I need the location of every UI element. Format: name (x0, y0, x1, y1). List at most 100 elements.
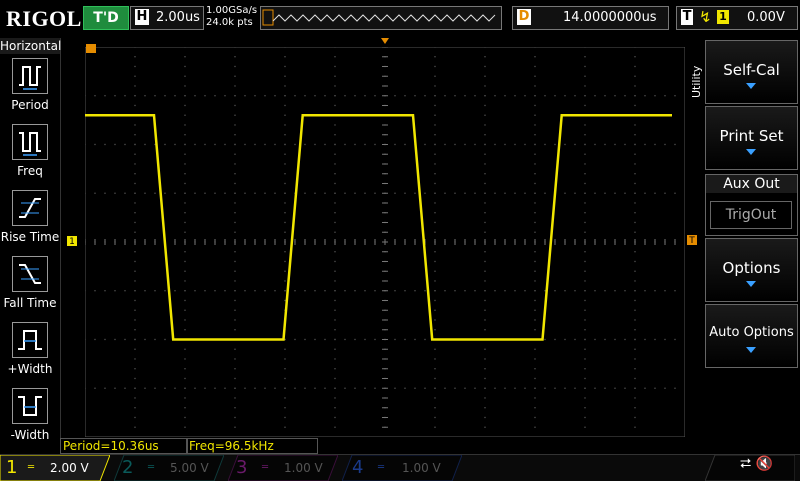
grid-dot (184, 114, 186, 116)
grid-dot (534, 104, 536, 107)
grid-dot (104, 95, 106, 97)
grid-dot (434, 163, 436, 165)
grid-dot (584, 358, 586, 360)
grid-dot (434, 260, 436, 263)
grid-dot (584, 329, 586, 331)
grid-dot (194, 143, 196, 146)
timebase-box[interactable]: H 2.00us (130, 6, 204, 30)
grid-dot (284, 348, 286, 350)
aux-out-softkey[interactable]: Aux Out TrigOut (705, 174, 798, 236)
grid-dot (134, 358, 136, 360)
channel2-tab[interactable]: 2 ═ 5.00 V (114, 455, 224, 481)
acquisition-info: 1.00GSa/s 24.0k pts (206, 5, 257, 29)
measure-period-button[interactable]: Period (0, 58, 60, 120)
delay-box[interactable]: D 14.0000000us (512, 6, 669, 30)
grid-dot (234, 134, 236, 136)
grid-dot (294, 95, 296, 97)
grid-dot (584, 407, 586, 409)
grid-dot (324, 290, 326, 292)
grid-dot (154, 338, 156, 341)
period-icon (12, 58, 48, 94)
grid-dot (174, 95, 176, 97)
grid-dot (234, 426, 236, 428)
grid-dot (654, 143, 656, 146)
grid-dot (634, 348, 636, 350)
grid-dot (484, 134, 486, 136)
grid-dot (674, 290, 676, 292)
grid-dot (284, 85, 286, 87)
measure-rise-time-button[interactable]: Rise Time (0, 190, 60, 252)
grid-dot (574, 338, 576, 341)
grid-dot (584, 368, 586, 370)
grid-dot (584, 426, 586, 428)
grid-dot (434, 251, 436, 253)
grid-dot (404, 338, 406, 341)
trigger-box[interactable]: T ↯ 1 0.00V (676, 6, 798, 30)
grid-dot (404, 143, 406, 146)
grid-dot (454, 143, 456, 146)
grid-dot (134, 280, 136, 282)
grid-dot (184, 124, 186, 126)
grid-dot (484, 426, 486, 428)
grid-dot (334, 134, 336, 136)
grid-dot (244, 290, 246, 292)
grid-dot (484, 387, 486, 389)
grid-dot (134, 348, 136, 350)
grid-dot (504, 95, 506, 97)
measure-fall-time-button[interactable]: Fall Time (0, 256, 60, 318)
auto-options-softkey[interactable]: Auto Options (705, 304, 798, 368)
grid-dot (324, 387, 326, 389)
channel3-scale: 1.00 V (284, 461, 323, 475)
measure-positive-width-label: +Width (7, 362, 53, 376)
channel2-number: 2 (122, 457, 134, 478)
grid-dot (584, 212, 586, 214)
print-set-softkey[interactable]: Print Set (705, 106, 798, 170)
grid-dot (434, 348, 436, 350)
grid-dot (454, 290, 456, 292)
chevron-down-icon (746, 149, 756, 155)
grid-dot (444, 387, 446, 389)
grid-dot (484, 260, 486, 263)
grid-dot (514, 192, 516, 194)
measure-negative-width-button[interactable]: -Width (0, 388, 60, 450)
grid-dot (584, 153, 586, 155)
grid-dot (104, 290, 106, 292)
grid-dot (334, 358, 336, 360)
grid-dot (184, 260, 186, 263)
grid-dot (234, 358, 236, 360)
chevron-down-icon (746, 83, 756, 89)
grid-dot (334, 124, 336, 126)
grid-dot (664, 95, 666, 97)
channel4-tab[interactable]: 4 ═ 1.00 V (342, 455, 462, 481)
rising-edge-icon: ↯ (699, 8, 712, 26)
grid-dot (424, 192, 426, 194)
grid-dot (134, 124, 136, 126)
self-cal-softkey[interactable]: Self-Cal (705, 40, 798, 104)
options-softkey[interactable]: Options (705, 238, 798, 302)
grid-dot (164, 338, 166, 341)
grid-dot (234, 173, 236, 175)
grid-dot (234, 290, 236, 292)
channel3-tab[interactable]: 3 ═ 1.00 V (228, 455, 338, 481)
grid-dot (534, 290, 536, 292)
grid-dot (664, 192, 666, 194)
grid-dot (484, 251, 486, 253)
grid-dot (374, 290, 376, 292)
channel1-tab[interactable]: 1 ═ 2.00 V (0, 455, 110, 481)
grid-dot (634, 124, 636, 126)
measure-positive-width-button[interactable]: +Width (0, 322, 60, 384)
grid-dot (164, 387, 166, 389)
grid-dot (334, 231, 336, 233)
grid-dot (484, 143, 486, 146)
grid-dot (304, 192, 306, 194)
grid-dot (134, 407, 136, 409)
waveform-display[interactable] (84, 46, 686, 438)
grid-dot (234, 251, 236, 253)
grid-dot (424, 387, 426, 389)
grid-dot (634, 338, 636, 341)
grid-dot (484, 416, 486, 419)
grid-dot (144, 338, 146, 341)
measure-freq-button[interactable]: Freq (0, 124, 60, 186)
grid-dot (334, 104, 336, 107)
channel1-offset-marker (67, 236, 77, 246)
